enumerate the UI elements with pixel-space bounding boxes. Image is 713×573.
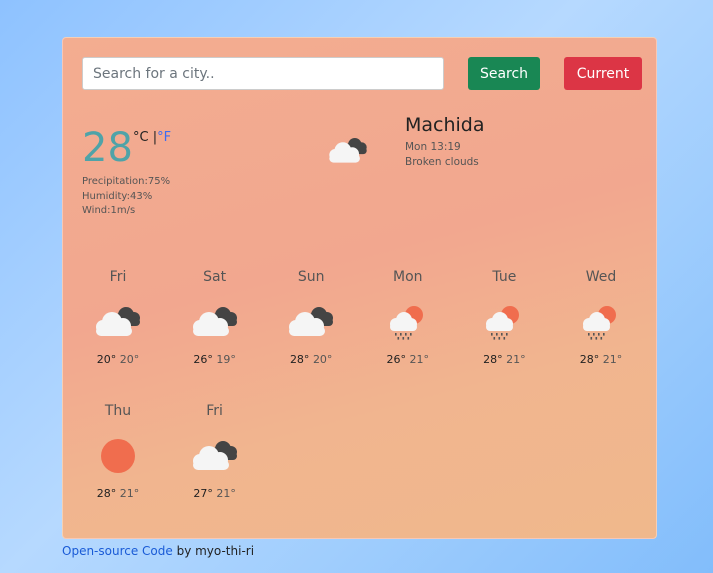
- forecast-high: 26°: [386, 353, 407, 366]
- weather-card: Search Current 28 °C |°F Precipitation:7…: [62, 37, 657, 539]
- forecast-temps: 28° 20°: [263, 353, 359, 366]
- forecast-high: 28°: [289, 353, 310, 366]
- forecast-day: Wed 28° 21°: [553, 268, 649, 366]
- forecast-high: 28°: [579, 353, 600, 366]
- footer: Open-source Code by myo-thi-ri: [62, 544, 254, 558]
- unit-toggle: °C |°F: [133, 130, 171, 145]
- forecast-temps: 27° 21°: [167, 487, 263, 500]
- forecast-temps: 20° 20°: [70, 353, 166, 366]
- wind-text: Wind:1m/s: [82, 205, 136, 216]
- current-temperature: 28: [82, 125, 133, 171]
- broken-clouds-icon: [70, 300, 166, 340]
- forecast-high: 27°: [193, 487, 213, 500]
- forecast-temps: 28° 21°: [70, 487, 166, 500]
- forecast-day: Fri 27° 21°: [167, 402, 263, 500]
- forecast-day: Thu 28° 21°: [70, 402, 166, 500]
- fahrenheit-unit-link[interactable]: °F: [157, 130, 171, 145]
- forecast-day: Tue 28° 21°: [456, 268, 552, 366]
- forecast-low: 21°: [216, 487, 236, 500]
- city-search-input[interactable]: [82, 57, 444, 90]
- forecast-high: 28°: [96, 487, 117, 500]
- forecast-day-name: Mon: [393, 269, 423, 285]
- forecast-low: 21°: [409, 353, 430, 366]
- forecast-day-name: Fri: [109, 269, 127, 285]
- forecast-low: 20°: [119, 353, 140, 366]
- celsius-unit[interactable]: °C: [133, 130, 149, 145]
- weather-stats: Precipitation:75% Humidity:43% Wind:1m/s: [82, 175, 170, 219]
- search-button[interactable]: Search: [468, 57, 540, 90]
- broken-clouds-icon: [167, 434, 263, 474]
- forecast-day-name: Sat: [203, 269, 227, 285]
- forecast-low: 21°: [506, 353, 526, 366]
- source-code-link[interactable]: Open-source Code: [62, 544, 173, 558]
- forecast-day-name: Sun: [297, 269, 325, 285]
- sun-rain-icon: [553, 300, 649, 340]
- forecast-day-name: Tue: [492, 269, 517, 285]
- forecast-high: 26°: [193, 353, 213, 366]
- forecast-high: 20°: [96, 353, 117, 366]
- forecast-low: 21°: [119, 487, 140, 500]
- forecast-low: 19°: [216, 353, 236, 366]
- broken-clouds-icon: [329, 137, 367, 163]
- forecast-day-name: Fri: [206, 403, 223, 419]
- forecast-day-name: Thu: [104, 403, 132, 419]
- weather-description: Broken clouds: [405, 156, 479, 168]
- forecast-temps: 28° 21°: [553, 353, 649, 366]
- forecast-day: Mon 26° 21°: [360, 268, 456, 366]
- sun-icon: [70, 434, 166, 474]
- forecast-day-name: Wed: [585, 269, 617, 285]
- broken-clouds-icon: [167, 300, 263, 340]
- current-location-button[interactable]: Current: [564, 57, 642, 90]
- sun-rain-icon: [456, 300, 552, 340]
- forecast-temps: 26° 21°: [360, 353, 456, 366]
- sun-rain-icon: [360, 300, 456, 340]
- forecast-temps: 26° 19°: [167, 353, 263, 366]
- precipitation-text: Precipitation:75%: [82, 176, 171, 187]
- forecast-temps: 28° 21°: [456, 353, 552, 366]
- broken-clouds-icon: [263, 300, 359, 340]
- forecast-day: Sat 26° 19°: [167, 268, 263, 366]
- forecast-low: 21°: [602, 353, 623, 366]
- forecast-low: 20°: [312, 353, 333, 366]
- city-name: Machida: [405, 114, 485, 136]
- current-datetime: Mon 13:19: [405, 141, 461, 153]
- humidity-text: Humidity:43%: [82, 190, 153, 202]
- forecast-day: Sun 28° 20°: [263, 268, 359, 366]
- footer-author: by myo-thi-ri: [172, 544, 255, 558]
- forecast-day: Fri 20° 20°: [70, 268, 166, 366]
- forecast-high: 28°: [483, 353, 503, 366]
